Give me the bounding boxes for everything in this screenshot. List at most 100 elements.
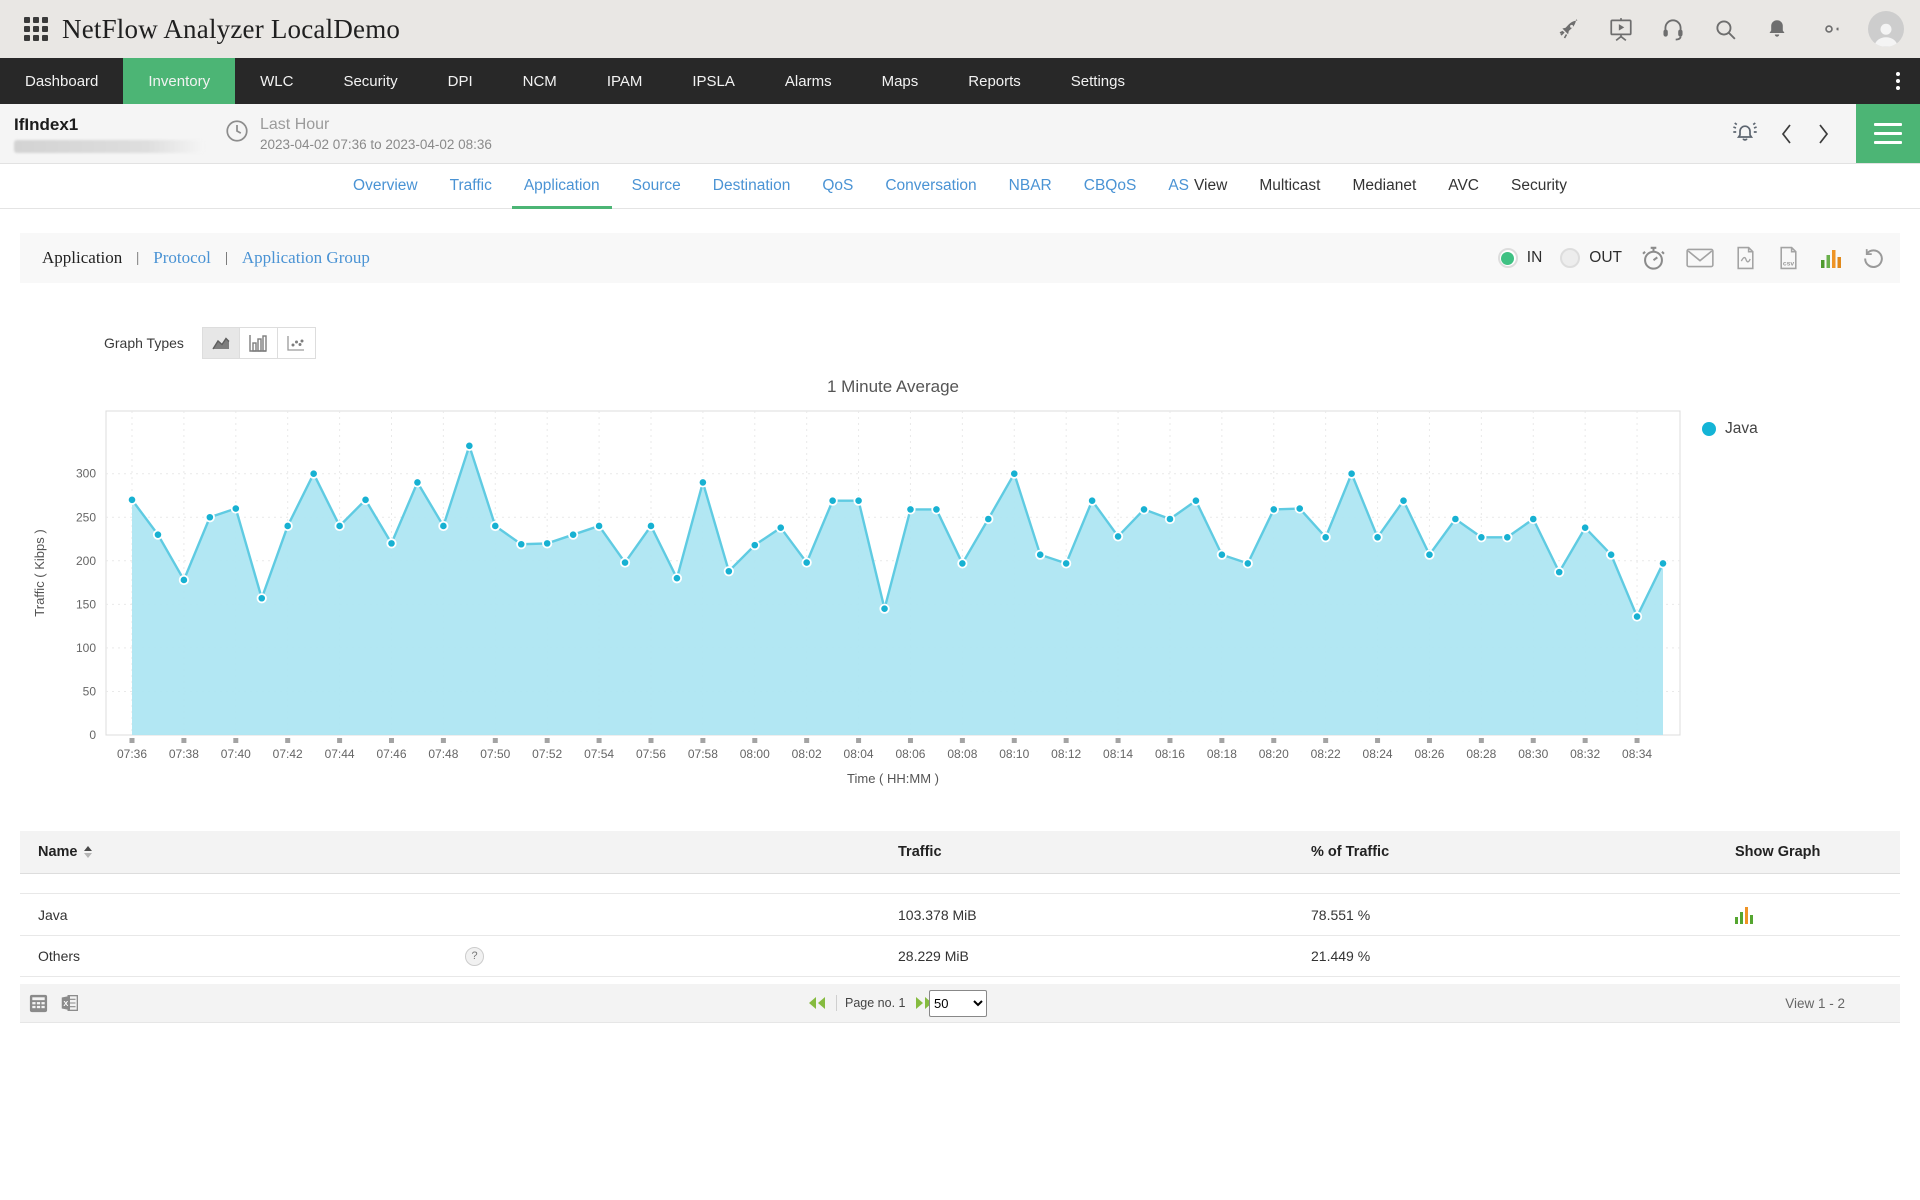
data-point xyxy=(725,567,733,575)
nav-item-ncm[interactable]: NCM xyxy=(498,58,582,104)
tab-source[interactable]: Source xyxy=(632,164,681,208)
nav-item-reports[interactable]: Reports xyxy=(943,58,1046,104)
data-point xyxy=(751,541,759,549)
traffic-direction-toolbar: IN OUT xyxy=(1498,245,1886,272)
svg-text:08:26: 08:26 xyxy=(1414,747,1444,761)
svg-text:07:48: 07:48 xyxy=(428,747,458,761)
data-point xyxy=(621,558,629,566)
nav-item-dpi[interactable]: DPI xyxy=(423,58,498,104)
nav-item-wlc[interactable]: WLC xyxy=(235,58,318,104)
email-report-icon[interactable] xyxy=(1685,246,1715,270)
export-pdf-icon[interactable] xyxy=(1733,245,1758,271)
nav-item-security[interactable]: Security xyxy=(318,58,422,104)
data-point xyxy=(1373,533,1381,541)
data-point xyxy=(647,522,655,530)
data-point xyxy=(828,497,836,505)
switcher-application-group[interactable]: Application Group xyxy=(242,248,370,268)
graph-type-bar-button[interactable] xyxy=(240,327,278,359)
data-point xyxy=(1088,497,1096,505)
time-range-label: Last Hour xyxy=(260,116,492,134)
tab-conversation[interactable]: Conversation xyxy=(885,164,976,208)
tab-as-view[interactable]: ASView xyxy=(1168,164,1227,208)
table-export-icon[interactable] xyxy=(28,993,49,1014)
legend-label: Java xyxy=(1725,420,1758,438)
nav-item-dashboard[interactable]: Dashboard xyxy=(0,58,123,104)
svg-text:08:32: 08:32 xyxy=(1570,747,1600,761)
nav-item-settings[interactable]: Settings xyxy=(1046,58,1150,104)
nav-item-maps[interactable]: Maps xyxy=(857,58,944,104)
schedule-report-icon[interactable] xyxy=(1640,245,1667,272)
interface-menu-button[interactable] xyxy=(1856,104,1920,163)
graph-type-scatter-button[interactable] xyxy=(278,327,316,359)
tab-overview[interactable]: Overview xyxy=(353,164,418,208)
svg-text:csv: csv xyxy=(1783,260,1795,267)
tab-avc[interactable]: AVC xyxy=(1448,164,1479,208)
excel-export-icon[interactable]: X xyxy=(59,992,81,1014)
column-header-name[interactable]: Name xyxy=(20,844,878,860)
direction-out-radio[interactable]: OUT xyxy=(1560,248,1622,268)
tab-cbqos[interactable]: CBQoS xyxy=(1084,164,1137,208)
cell-traffic: 103.378 MiB xyxy=(878,907,1291,923)
svg-text:07:54: 07:54 xyxy=(584,747,614,761)
switcher-protocol[interactable]: Protocol xyxy=(153,248,211,268)
tab-multicast[interactable]: Multicast xyxy=(1259,164,1320,208)
alarm-alert-bell-icon[interactable] xyxy=(1728,119,1762,149)
next-interface-chevron-icon[interactable] xyxy=(1812,121,1834,147)
svg-text:50: 50 xyxy=(83,684,97,698)
tab-application[interactable]: Application xyxy=(524,164,600,208)
tab-medianet[interactable]: Medianet xyxy=(1352,164,1416,208)
data-point xyxy=(180,576,188,584)
data-point xyxy=(699,478,707,486)
data-point xyxy=(154,530,162,538)
svg-text:08:00: 08:00 xyxy=(740,747,770,761)
rocket-icon[interactable] xyxy=(1556,16,1582,42)
tab-destination[interactable]: Destination xyxy=(713,164,791,208)
svg-text:250: 250 xyxy=(76,510,96,524)
export-csv-icon[interactable]: csv xyxy=(1776,245,1801,271)
app-launcher-grid-icon[interactable] xyxy=(24,17,48,41)
show-graph-icon[interactable] xyxy=(1735,906,1753,924)
nav-item-ipam[interactable]: IPAM xyxy=(582,58,668,104)
first-page-button[interactable] xyxy=(806,995,828,1011)
user-avatar[interactable] xyxy=(1868,11,1904,47)
settings-gear-icon[interactable] xyxy=(1816,16,1842,42)
time-range-selector[interactable]: Last Hour 2023-04-02 07:36 to 2023-04-02… xyxy=(224,116,492,152)
tab-security[interactable]: Security xyxy=(1511,164,1567,208)
page-size-select[interactable]: 50 xyxy=(929,990,987,1017)
svg-text:07:52: 07:52 xyxy=(532,747,562,761)
support-headset-icon[interactable] xyxy=(1660,16,1686,42)
data-point xyxy=(1192,497,1200,505)
svg-text:08:08: 08:08 xyxy=(947,747,977,761)
data-point xyxy=(1399,497,1407,505)
switcher-application[interactable]: Application xyxy=(42,248,122,268)
data-point xyxy=(984,515,992,523)
tab-traffic[interactable]: Traffic xyxy=(450,164,492,208)
chart-legend-java[interactable]: Java xyxy=(1702,420,1758,438)
direction-in-radio[interactable]: IN xyxy=(1498,248,1543,268)
svg-text:200: 200 xyxy=(76,554,96,568)
data-point xyxy=(543,539,551,547)
notifications-bell-icon[interactable] xyxy=(1764,16,1790,42)
chart-view-icon[interactable] xyxy=(1819,246,1843,270)
tab-qos[interactable]: QoS xyxy=(822,164,853,208)
time-range-value: 2023-04-02 07:36 to 2023-04-02 08:36 xyxy=(260,137,492,152)
svg-text:08:28: 08:28 xyxy=(1466,747,1496,761)
nav-item-alarms[interactable]: Alarms xyxy=(760,58,857,104)
previous-interface-chevron-icon[interactable] xyxy=(1776,121,1798,147)
search-icon[interactable] xyxy=(1712,16,1738,42)
view-switcher-bar: Application | Protocol | Application Gro… xyxy=(20,233,1900,283)
tab-nbar[interactable]: NBAR xyxy=(1009,164,1052,208)
help-question-icon[interactable]: ? xyxy=(465,947,484,966)
svg-text:07:56: 07:56 xyxy=(636,747,666,761)
cell-name: Others xyxy=(38,948,80,964)
demo-presentation-icon[interactable] xyxy=(1608,16,1634,42)
data-point xyxy=(1036,551,1044,559)
refresh-icon[interactable] xyxy=(1861,246,1886,271)
nav-item-inventory[interactable]: Inventory xyxy=(123,58,235,104)
data-point xyxy=(1244,559,1252,567)
data-point xyxy=(206,513,214,521)
nav-item-ipsla[interactable]: IPSLA xyxy=(667,58,760,104)
table-header-row: Name Traffic % of Traffic Show Graph xyxy=(20,831,1900,874)
graph-type-area-button[interactable] xyxy=(202,327,240,359)
nav-overflow-menu-icon[interactable] xyxy=(1876,58,1920,104)
